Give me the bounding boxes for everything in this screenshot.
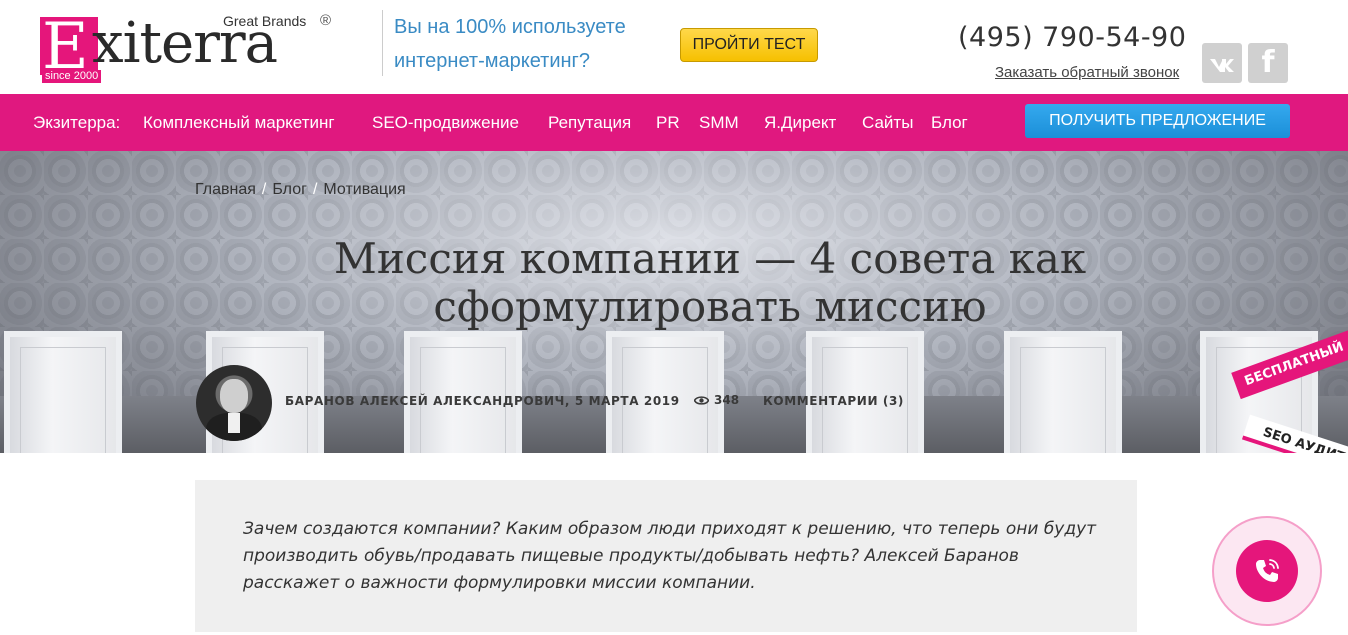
article-lead-box: Зачем создаются компании? Каким образом … — [195, 480, 1137, 632]
hero-door — [1004, 331, 1122, 453]
author-avatar[interactable] — [196, 365, 272, 441]
phone-number[interactable]: (495) 790-54-90 — [958, 22, 1186, 53]
nav-item-reputation[interactable]: Репутация — [548, 94, 631, 151]
breadcrumb-separator: / — [261, 181, 267, 198]
header-divider — [382, 10, 383, 76]
main-navigation: Экзитерра: Комплексный маркетинг SEO-про… — [0, 94, 1348, 151]
view-count-value: 348 — [714, 393, 740, 407]
breadcrumb-motivation[interactable]: Мотивация — [323, 181, 405, 198]
get-offer-button[interactable]: ПОЛУЧИТЬ ПРЕДЛОЖЕНИЕ — [1025, 104, 1290, 138]
eye-icon — [694, 396, 709, 405]
nav-item-sites[interactable]: Сайты — [862, 94, 913, 151]
comments-link[interactable]: КОММЕНТАРИИ (3) — [763, 394, 904, 408]
nav-item-complex-marketing[interactable]: Комплексный маркетинг — [143, 94, 335, 151]
free-seo-audit-ribbon[interactable]: БЕСПЛАТНЫЙ SEO АУДИТ — [1231, 321, 1348, 453]
floating-call-button[interactable] — [1212, 516, 1322, 626]
hero-door — [606, 331, 724, 453]
article-title: Миссия компании — 4 совета как сформулир… — [200, 235, 1220, 331]
marketing-promo-text[interactable]: Вы на 100% используете интернет-маркетин… — [394, 10, 664, 78]
article-hero: Главная / Блог / Мотивация Миссия компании —… — [0, 151, 1348, 453]
article-title-line-2: сформулировать миссию — [433, 282, 987, 331]
author-and-date: БАРАНОВ АЛЕКСЕЙ АЛЕКСАНДРОВИЧ, 5 МАРТА 2… — [285, 394, 680, 408]
logo-mark: E — [40, 15, 98, 79]
hero-door — [404, 331, 522, 453]
nav-item-seo[interactable]: SEO-продвижение — [372, 94, 519, 151]
breadcrumb-home[interactable]: Главная — [195, 181, 256, 198]
avatar-shirt — [228, 413, 240, 433]
view-count: 348 — [694, 393, 739, 407]
call-button-core — [1236, 540, 1298, 602]
facebook-glyph: f — [1261, 45, 1275, 80]
breadcrumb-blog[interactable]: Блог — [272, 181, 307, 198]
nav-item-pr[interactable]: PR — [656, 94, 680, 151]
logo-since: since 2000 — [42, 70, 102, 83]
vk-icon[interactable] — [1202, 43, 1242, 83]
avatar-face — [220, 379, 248, 413]
nav-item-yandex-direct[interactable]: Я.Директ — [764, 94, 836, 151]
facebook-icon[interactable]: f — [1248, 43, 1288, 83]
hero-door — [806, 331, 924, 453]
exiterra-logo[interactable]: E xiterra Great Brands ® since 2000 — [40, 12, 340, 84]
nav-item-smm[interactable]: SMM — [699, 94, 739, 151]
article-lead-text: Зачем создаются компании? Каким образом … — [243, 519, 1097, 593]
registered-mark: ® — [320, 12, 332, 29]
breadcrumb-separator: / — [312, 181, 318, 198]
phone-icon — [1256, 559, 1279, 582]
site-header: E xiterra Great Brands ® since 2000 Вы н… — [0, 0, 1348, 94]
nav-brand-label: Экзитерра: — [33, 113, 121, 132]
callback-request-link[interactable]: Заказать обратный звонок — [995, 64, 1179, 81]
nav-item-blog[interactable]: Блог — [931, 94, 968, 151]
article-title-line-1: Миссия компании — 4 совета как — [333, 234, 1087, 283]
take-test-button[interactable]: ПРОЙТИ ТЕСТ — [680, 28, 818, 62]
breadcrumb: Главная / Блог / Мотивация — [195, 181, 406, 199]
logo-tagline: Great Brands — [223, 13, 307, 29]
hero-door — [4, 331, 122, 453]
